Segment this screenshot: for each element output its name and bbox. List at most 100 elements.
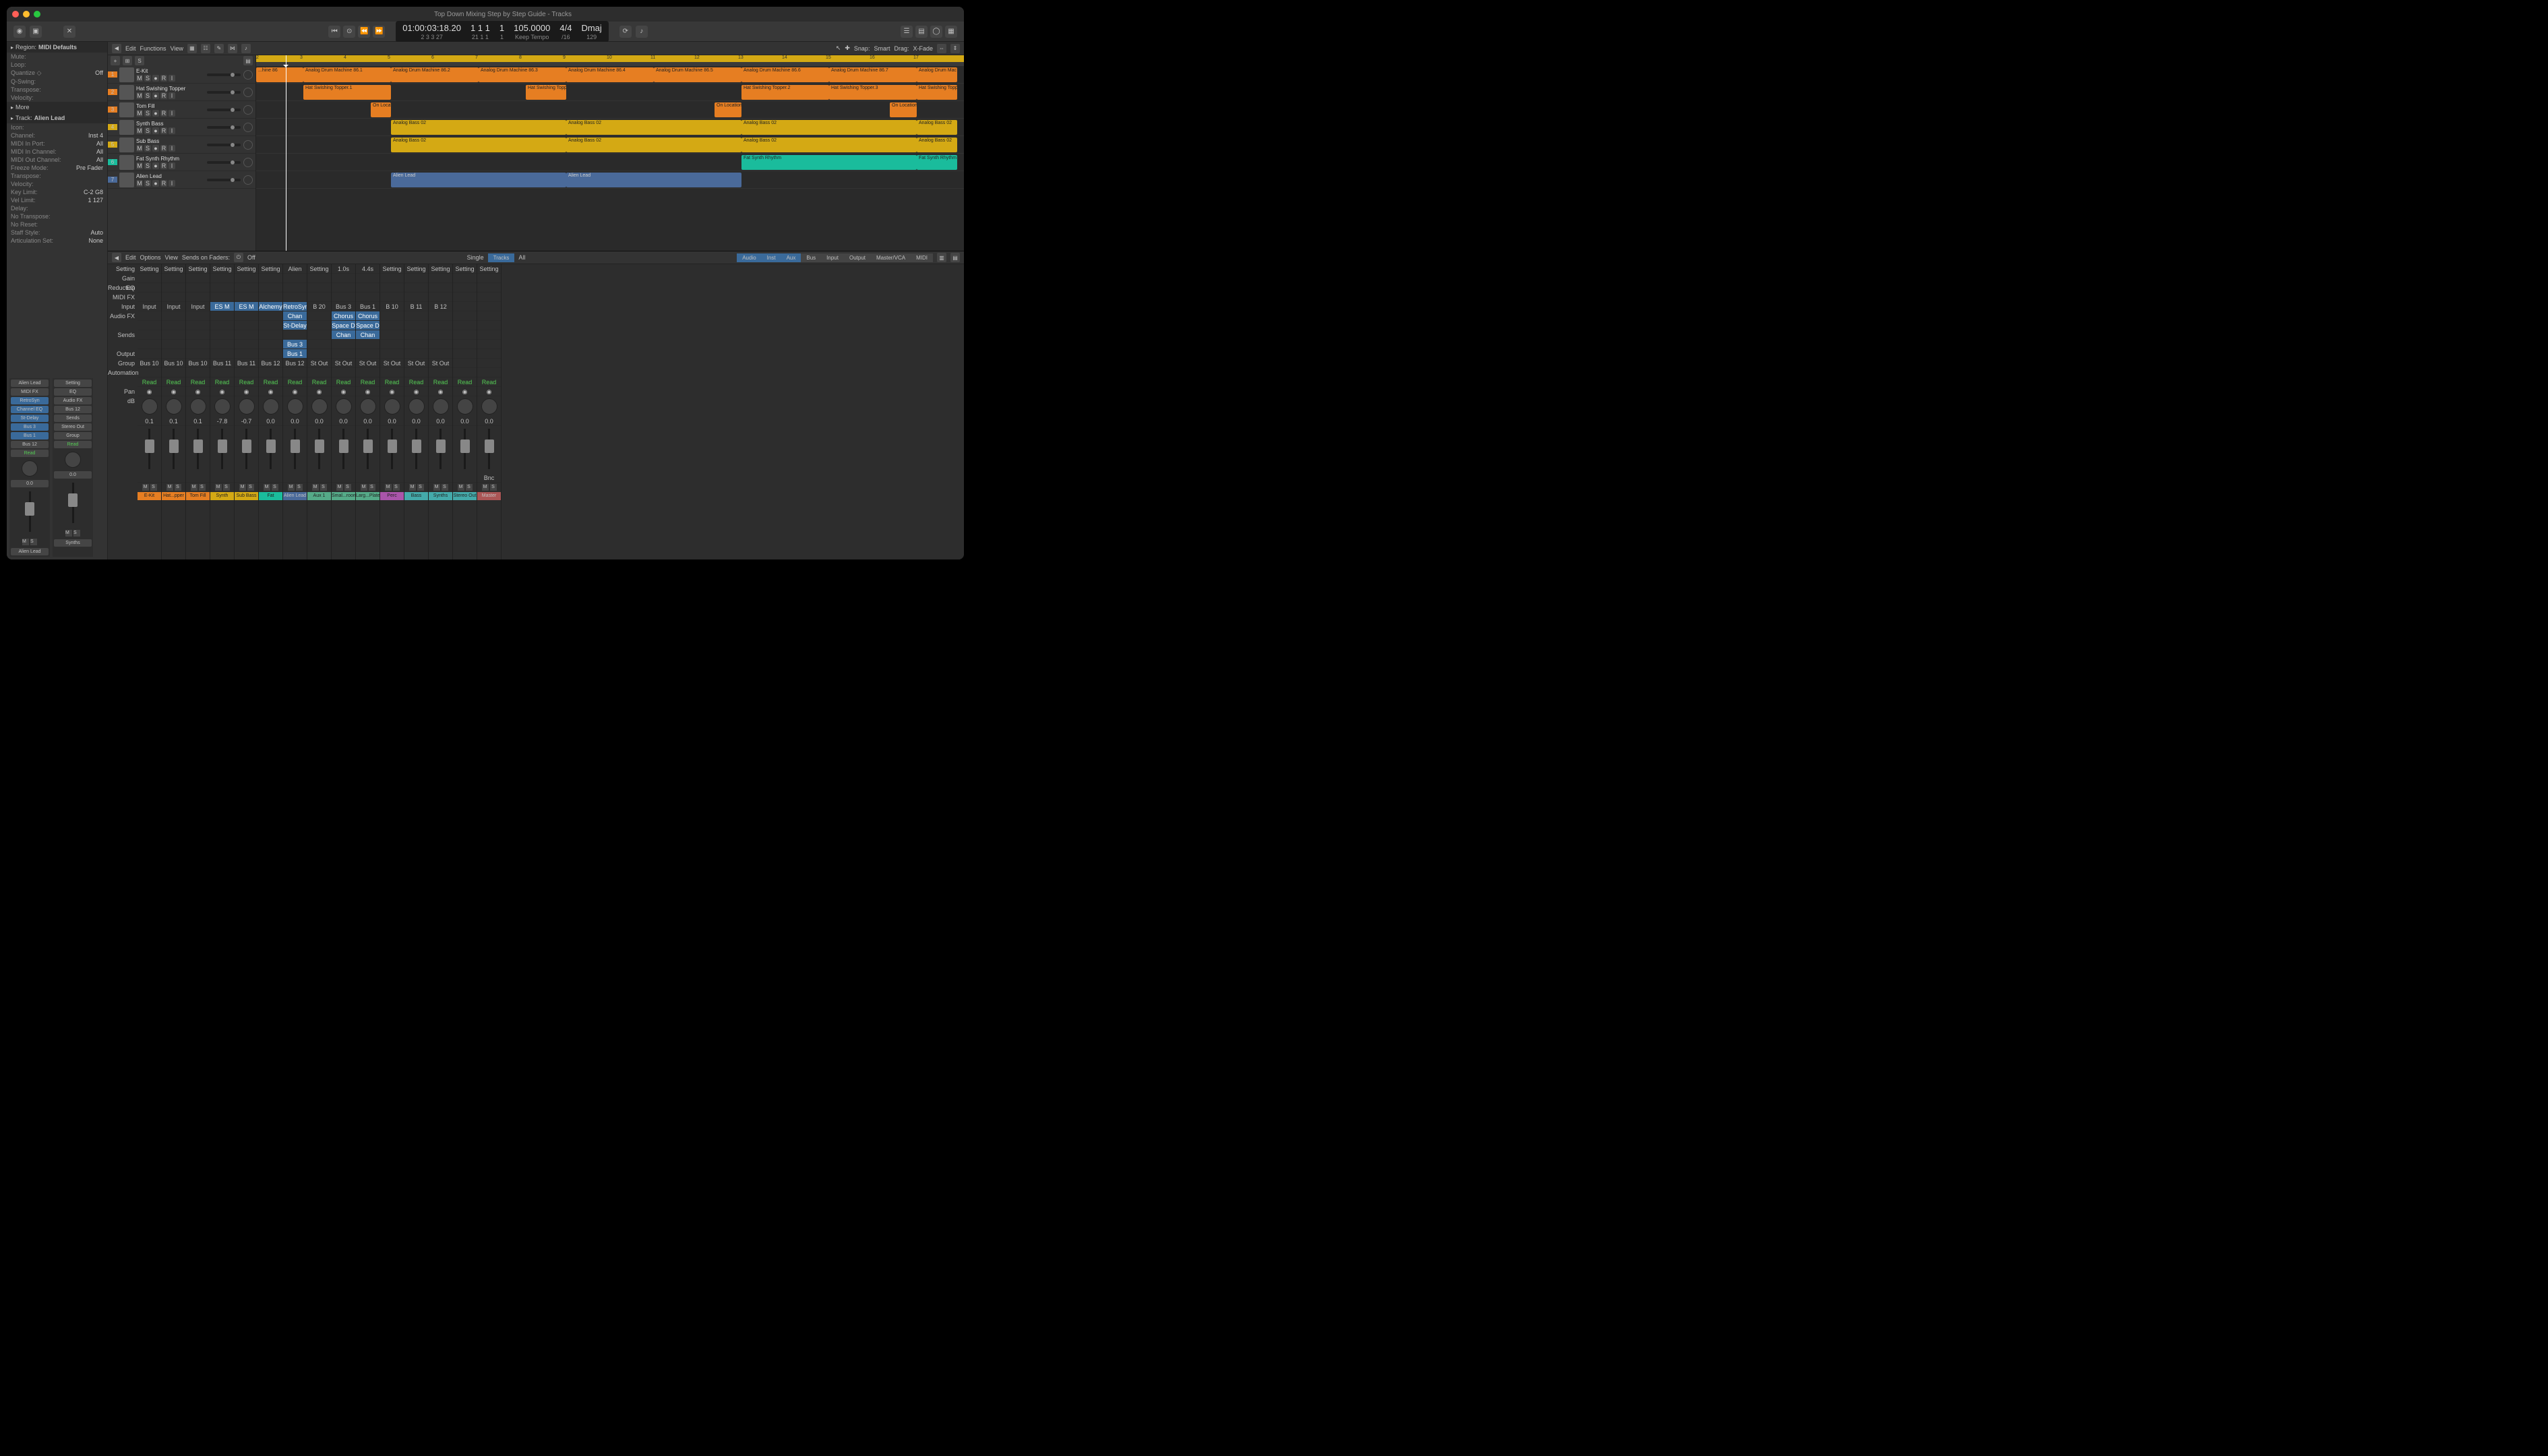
mixer-narrow-button[interactable]: ▤	[950, 253, 960, 262]
ch1-pan-knob[interactable]	[22, 460, 38, 477]
region[interactable]: Fat Synth Rhythm	[917, 155, 957, 170]
automation-mode[interactable]: Read	[235, 377, 258, 387]
region[interactable]: Analog Drum Machine 86.6	[741, 67, 829, 82]
edit-menu[interactable]: Edit	[125, 45, 136, 52]
setting-slot[interactable]: Setting	[259, 264, 282, 274]
eq-slot[interactable]	[453, 283, 477, 293]
region[interactable]: On Locati	[371, 102, 391, 117]
input-button[interactable]: R	[160, 145, 167, 152]
strip-icon[interactable]: ◉	[307, 387, 331, 396]
catch-button[interactable]: ♪	[241, 44, 251, 53]
mute-button[interactable]: M	[166, 484, 173, 491]
region[interactable]: On Location To	[890, 102, 917, 117]
region[interactable]: Hat Swishing Topper.1	[303, 85, 391, 100]
region[interactable]: Analog Drum Machine 86.5	[654, 67, 741, 82]
pan-knob[interactable]	[311, 398, 328, 415]
strip-name[interactable]: Bass	[404, 492, 428, 500]
setting-slot[interactable]: Setting	[210, 264, 234, 274]
output-slot[interactable]: St Out	[380, 359, 404, 368]
solo-button[interactable]: S	[369, 484, 375, 491]
input-button[interactable]: R	[160, 180, 167, 187]
mute-button[interactable]: M	[239, 484, 246, 491]
setting-slot[interactable]: Setting	[235, 264, 258, 274]
mute-button[interactable]: M	[433, 484, 440, 491]
pan-knob[interactable]	[384, 398, 400, 415]
fader[interactable]	[186, 426, 210, 473]
region[interactable]: Analog Drum Machine 86.2	[391, 67, 479, 82]
audio-fx-slot[interactable]: Chan EQ	[356, 330, 380, 340]
inspector-track-param[interactable]: Velocity:	[7, 180, 107, 188]
track-row[interactable]: 7 Alien Lead MS●RI	[108, 171, 255, 189]
solo-button[interactable]: S	[175, 484, 181, 491]
arrange-lane[interactable]: Analog Bass 02Analog Bass 02Analog Bass …	[256, 119, 964, 136]
input-slot[interactable]: ES M	[210, 302, 234, 311]
inspector-track-param[interactable]: MIDI In Channel:All	[7, 148, 107, 156]
strip-icon[interactable]: ◉	[356, 387, 380, 396]
audio-fx-slot[interactable]: Space D	[332, 321, 355, 330]
flex-button[interactable]: ⋈	[228, 44, 237, 53]
ch1-instrument[interactable]: RetroSyn	[11, 397, 49, 404]
pan-knob[interactable]	[166, 398, 182, 415]
mute-button[interactable]: M	[336, 484, 343, 491]
browser-button[interactable]: ▦	[945, 26, 957, 38]
volume-slider[interactable]	[207, 126, 241, 129]
input-slot[interactable]: RetroSyn	[283, 302, 307, 311]
region[interactable]: Analog Bass 02	[917, 120, 957, 135]
volume-slider[interactable]	[207, 73, 241, 76]
region[interactable]: Analog Drum Mac	[917, 67, 957, 82]
send-slot[interactable]: Bus 3	[283, 340, 307, 349]
maximize-icon[interactable]	[34, 11, 40, 18]
inspector-track-param[interactable]: Key Limit:C-2 G8	[7, 188, 107, 196]
output-slot[interactable]: St Out	[404, 359, 428, 368]
mute-button[interactable]: M	[312, 484, 319, 491]
goto-position-button[interactable]: ⊙	[343, 26, 355, 38]
inspector-param[interactable]: Mute:	[7, 53, 107, 61]
setting-slot[interactable]: Setting	[138, 264, 161, 274]
solo-button[interactable]: S	[272, 484, 278, 491]
inspector-track-param[interactable]: Delay:	[7, 204, 107, 212]
automation-button[interactable]: ✎	[214, 44, 224, 53]
mixer-tab[interactable]: Audio	[737, 253, 761, 262]
strip-icon[interactable]: ◉	[235, 387, 258, 396]
eq-slot[interactable]	[380, 283, 404, 293]
filter-single[interactable]: Single	[467, 254, 484, 261]
region[interactable]: Analog Drum Machine 86.1	[303, 67, 391, 82]
inspector-track-param[interactable]: No Transpose:	[7, 212, 107, 220]
strip-name[interactable]: Smal...room	[332, 492, 355, 500]
strip-icon[interactable]: ◉	[259, 387, 282, 396]
fader[interactable]	[453, 426, 477, 473]
region[interactable]: Hat Swishing Topper.2	[741, 85, 829, 100]
view-menu[interactable]: View	[171, 45, 183, 52]
region[interactable]: Hat Swishing Toppe	[917, 85, 957, 100]
automation-mode[interactable]: Read	[138, 377, 161, 387]
inspector-track-param[interactable]: Icon:	[7, 123, 107, 131]
pan-knob[interactable]	[243, 105, 253, 115]
volume-slider[interactable]	[207, 91, 241, 94]
mute-button[interactable]: M	[385, 484, 392, 491]
track-icon[interactable]	[119, 155, 134, 170]
track-icon[interactable]	[119, 138, 134, 152]
strip-icon[interactable]: ◉	[210, 387, 234, 396]
track-row[interactable]: 5 Sub Bass MS●RI	[108, 136, 255, 154]
pan-knob[interactable]	[243, 158, 253, 167]
filter-tracks[interactable]: Tracks	[488, 253, 515, 262]
input-slot[interactable]: ES M	[235, 302, 258, 311]
region[interactable]: Hat Swishing Topper.3	[829, 85, 917, 100]
eq-slot[interactable]	[259, 283, 282, 293]
track-row[interactable]: 4 Synth Bass MS●RI	[108, 119, 255, 136]
pan-knob[interactable]	[287, 398, 303, 415]
output-slot[interactable]: Bus 11	[235, 359, 258, 368]
add-track-button[interactable]: +	[111, 56, 120, 65]
inspector-track-param[interactable]: Freeze Mode:Pre Fader	[7, 164, 107, 172]
track-icon[interactable]	[119, 85, 134, 100]
lcd-display[interactable]: 01:00:03:18.202 3 3 27 1 1 121 1 1 11 10…	[396, 21, 609, 42]
fader[interactable]	[210, 426, 234, 473]
global-solo-button[interactable]: S	[135, 56, 144, 65]
input-slot[interactable]: B 10	[380, 302, 404, 311]
close-icon[interactable]	[12, 11, 19, 18]
output-slot[interactable]: St Out	[332, 359, 355, 368]
arrange-lane[interactable]: ...hine 86Analog Drum Machine 86.1Analog…	[256, 66, 964, 84]
pan-knob[interactable]	[243, 70, 253, 80]
region[interactable]: Analog Bass 02	[391, 138, 566, 152]
quick-help-button[interactable]: ✕	[63, 26, 75, 38]
